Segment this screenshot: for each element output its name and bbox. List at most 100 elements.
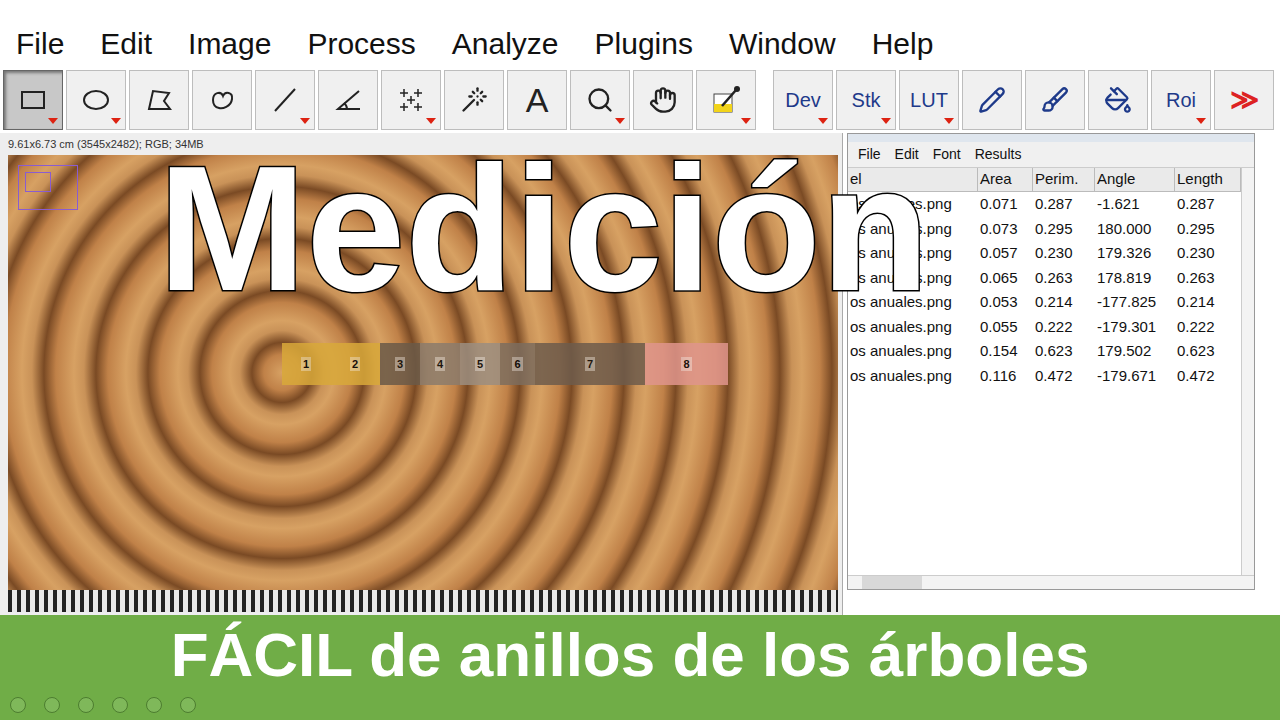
menu-item[interactable]: Analyze [452,24,559,64]
tool-button[interactable] [255,70,315,130]
dropdown-arrow-icon [48,118,58,124]
dropdown-arrow-icon [741,118,751,124]
overlay-title: Medición [158,140,929,318]
control-button-icon[interactable] [10,697,26,713]
table-cell: 0.222 [1033,315,1095,340]
tool-button[interactable] [1088,70,1148,130]
color-picker-icon [710,84,742,116]
tool-button[interactable] [129,70,189,130]
segment-label: 1 [301,357,311,371]
control-button-icon[interactable] [180,697,196,713]
tool-button[interactable] [633,70,693,130]
table-cell: 0.230 [1175,241,1241,266]
tool-button[interactable] [444,70,504,130]
tool-button[interactable] [192,70,252,130]
tool-button[interactable] [570,70,630,130]
table-cell: 0.055 [978,315,1033,340]
table-cell: os anuales.png [848,339,978,364]
table-cell: -1.621 [1095,192,1175,217]
vertical-scrollbar[interactable] [1241,168,1254,575]
segment-label: 4 [435,357,445,371]
table-row[interactable]: os anuales.png0.1540.623179.5020.623 [848,339,1241,364]
tool-label: Stk [852,90,881,110]
measurement-segment[interactable]: 7 [535,343,645,385]
tool-button[interactable] [381,70,441,130]
column-header[interactable]: Angle [1095,168,1175,191]
segment-label: 7 [585,357,595,371]
table-cell: 0.214 [1175,290,1241,315]
menu-item[interactable]: Window [729,24,836,64]
table-cell: 0.287 [1175,192,1241,217]
table-cell: 0.222 [1175,315,1241,340]
measurement-segment[interactable]: 5 [460,343,500,385]
oval-icon [81,85,111,115]
table-row[interactable]: os anuales.png0.0550.222-179.3010.222 [848,315,1241,340]
table-cell: os anuales.png [848,315,978,340]
measurement-segment[interactable]: 4 [420,343,460,385]
tool-button[interactable] [1025,70,1085,130]
horizontal-scrollbar[interactable] [848,575,1254,589]
tool-button[interactable]: ≫ [1214,70,1274,130]
tool-label: A [526,83,549,117]
menu-item[interactable]: Plugins [595,24,693,64]
table-cell: 0.263 [1033,266,1095,291]
table-cell: 0.057 [978,241,1033,266]
tool-button[interactable]: Dev [773,70,833,130]
measurement-segment[interactable]: 3 [380,343,420,385]
control-button-icon[interactable] [44,697,60,713]
segment-label: 5 [475,357,485,371]
menu-item[interactable]: Help [872,24,934,64]
control-button-icon[interactable] [112,697,128,713]
results-menu-item[interactable]: Font [933,144,961,165]
table-cell: 0.263 [1175,266,1241,291]
table-cell: 0.623 [1033,339,1095,364]
tool-button[interactable]: A [507,70,567,130]
tool-label: ≫ [1230,86,1259,114]
dropdown-arrow-icon [1196,118,1206,124]
measurement-segment[interactable]: 1 [282,343,330,385]
dropdown-arrow-icon [426,118,436,124]
table-cell: 0.472 [1033,364,1095,389]
dropdown-arrow-icon [944,118,954,124]
column-header[interactable]: Area [978,168,1033,191]
tool-button[interactable] [3,70,63,130]
tool-button[interactable] [696,70,756,130]
measurement-segment[interactable]: 8 [645,343,728,385]
measurement-segment[interactable]: 2 [330,343,380,385]
banner-text: FÁCIL de anillos de los árboles [0,615,1280,695]
table-cell: 0.065 [978,266,1033,291]
table-cell: 0.053 [978,290,1033,315]
table-row[interactable]: os anuales.png0.1160.472-179.6710.472 [848,364,1241,389]
table-cell: 0.472 [1175,364,1241,389]
results-menu-item[interactable]: Results [975,144,1022,165]
dropdown-arrow-icon [881,118,891,124]
control-button-icon[interactable] [146,697,162,713]
menu-item[interactable]: Edit [100,24,152,64]
tool-button[interactable]: Roi [1151,70,1211,130]
title-banner: FÁCIL de anillos de los árboles [0,615,1280,720]
tool-button[interactable] [962,70,1022,130]
tool-button[interactable] [66,70,126,130]
table-cell: 0.230 [1033,241,1095,266]
segment-label: 2 [350,357,360,371]
menu-item[interactable]: Image [188,24,271,64]
tool-button[interactable] [318,70,378,130]
table-cell: 0.295 [1175,217,1241,242]
ruler-strip [8,590,838,612]
toolbar: A Dev Stk LUT Roi ≫ [0,70,1280,133]
measurement-overlay: 1 2 3 4 5 6 7 8 [282,343,728,385]
tool-button[interactable]: Stk [836,70,896,130]
measurement-segment[interactable]: 6 [500,343,535,385]
control-button-icon[interactable] [78,697,94,713]
column-header[interactable]: Perim. [1033,168,1095,191]
player-controls [0,695,1280,715]
tool-label: Dev [785,90,821,110]
navigator-box [18,165,78,210]
tool-button[interactable]: LUT [899,70,959,130]
column-header[interactable]: Length [1175,168,1241,191]
table-cell: 0.623 [1175,339,1241,364]
screen: File Edit Image Process Analyze Plugins Window… [0,0,1280,720]
tool-group: A [3,70,756,130]
menu-item[interactable]: Process [307,24,415,64]
menu-item[interactable]: File [16,24,64,64]
